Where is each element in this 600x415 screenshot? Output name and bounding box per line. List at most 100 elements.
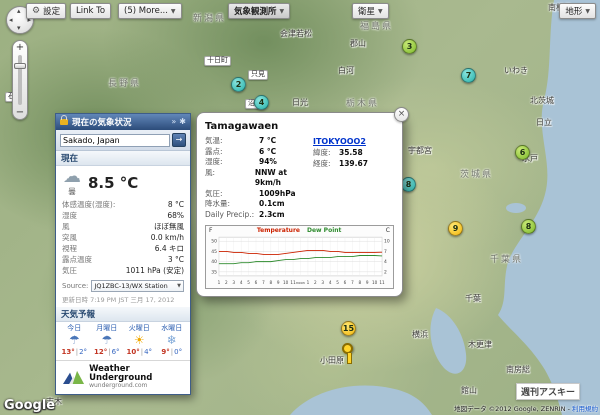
more-button[interactable]: (5) More... ▼ xyxy=(118,3,182,19)
layer-satellite-button[interactable]: 衛星 ▼ xyxy=(352,3,389,19)
lock-icon[interactable] xyxy=(60,115,68,125)
brand-footer[interactable]: Weather Underground wunderground.com xyxy=(56,361,190,394)
svg-text:1: 1 xyxy=(218,280,221,285)
updated-timestamp: 更新日時 7:19 PM JST 三月 17, 2012 xyxy=(62,296,175,304)
stat-label: 降水量: xyxy=(205,199,231,208)
condition-row: 視程 6.4 キロ xyxy=(62,243,184,254)
svg-text:2: 2 xyxy=(314,280,317,285)
stat-value: 0.1cm xyxy=(259,199,285,208)
condition-label: 風 xyxy=(62,222,70,231)
stat-label: Daily Precip.: xyxy=(205,209,255,219)
svg-text:2: 2 xyxy=(225,280,228,285)
forecast-day-column[interactable]: 今日 ☂ 13° 2° xyxy=(58,324,91,357)
svg-text:3: 3 xyxy=(321,280,324,285)
source-row: Source: JQ1ZBC-13/WX Station ▼ xyxy=(56,278,190,293)
source-select[interactable]: JQ1ZBC-13/WX Station ▼ xyxy=(91,280,184,292)
condition-value: 68% xyxy=(167,211,184,220)
condition-label: 露点温度 xyxy=(62,255,92,264)
legend-entry: Dew Point xyxy=(307,227,342,234)
stat-value: 7 °C xyxy=(259,136,277,145)
location-search-row: → xyxy=(56,130,190,151)
panel-collapse-icon[interactable]: » xyxy=(171,118,176,126)
marker-count-label: 8 xyxy=(525,222,532,231)
current-conditions-panel: 現在の気象状況 » ✱ → 現在 ☁ 曇 8.5 °C 体感温度(湿度): 8 … xyxy=(55,113,191,395)
chart-plot-area: 1 2 3 4 5 6 7 8 9 10 11 noon 1 2 3 4 5 6 7 8 9 10 1150 1045 740 4… xyxy=(211,236,390,285)
svg-text:50: 50 xyxy=(211,239,217,245)
forecast-day-column[interactable]: 水曜日 ❄ 9° 0° xyxy=(156,324,189,357)
svg-text:10: 10 xyxy=(372,280,378,285)
svg-text:8: 8 xyxy=(270,280,273,285)
station-cluster-marker[interactable]: 8 xyxy=(521,219,536,234)
terms-link[interactable]: 利用規約 xyxy=(572,405,598,413)
close-icon[interactable]: × xyxy=(394,107,409,122)
station-cluster-marker[interactable]: 15 xyxy=(341,321,356,336)
zoom-in-button[interactable]: + xyxy=(13,41,27,54)
station-cluster-marker[interactable]: 9 xyxy=(448,221,463,236)
forecast-low: 6° xyxy=(111,348,120,356)
pan-left-icon[interactable]: ◂ xyxy=(9,17,13,24)
link-to-label: Link To xyxy=(76,6,106,16)
layer-stations-button[interactable]: 気象観測所 ▼ xyxy=(228,3,291,19)
map-zoom-control[interactable]: + − xyxy=(12,40,28,120)
condition-text: 曇 xyxy=(68,187,76,196)
location-search-input[interactable] xyxy=(60,133,170,147)
condition-row: 突風 0.0 km/h xyxy=(62,232,184,243)
legend-entry: Temperature xyxy=(256,227,300,234)
station-id-link[interactable]: ITOKYOOO2 xyxy=(313,136,366,148)
condition-value: 3 °C xyxy=(167,255,184,264)
zoom-slider-handle[interactable] xyxy=(14,63,26,69)
station-stats: 気温: 7 °C 露点: 6 °C 湿度: 94% 風: NNW at 9km/… xyxy=(205,136,311,220)
svg-text:4: 4 xyxy=(384,259,387,265)
forecast-temps: 12°6° xyxy=(91,348,124,357)
stat-row: 気圧: 1009hPa xyxy=(205,189,311,200)
panel-options-icon[interactable]: ✱ xyxy=(179,118,186,126)
stat-label: 風: xyxy=(205,167,216,177)
stat-value: 94% xyxy=(259,157,277,166)
station-cluster-marker[interactable]: 2 xyxy=(231,77,246,92)
settings-button[interactable]: ⚙ 設定 xyxy=(26,3,67,19)
stat-value: 1009hPa xyxy=(259,188,296,198)
svg-text:3: 3 xyxy=(232,280,235,285)
station-cluster-marker[interactable]: 8 xyxy=(401,177,416,192)
condition-value: 8 °C xyxy=(167,200,184,209)
zoom-out-button[interactable]: − xyxy=(13,106,27,119)
forecast-strip: 今日 ☂ 13° 2° 月曜日 ☂ 12°6° 火曜日 ☀ xyxy=(56,322,190,361)
pan-up-icon[interactable]: ▴ xyxy=(17,8,21,15)
settings-label: 設定 xyxy=(43,7,61,17)
forecast-low: 2° xyxy=(79,348,88,356)
pan-down-icon[interactable]: ▾ xyxy=(17,25,21,32)
svg-text:8: 8 xyxy=(358,280,361,285)
coord-label: 緯度: xyxy=(313,148,331,157)
zoom-slider-track[interactable] xyxy=(14,55,26,105)
station-cluster-marker[interactable]: 6 xyxy=(515,145,530,160)
station-cluster-marker[interactable]: 4 xyxy=(254,95,269,110)
stat-value: 6 °C xyxy=(259,146,277,156)
stat-row: 気温: 7 °C xyxy=(205,136,311,147)
chevron-down-icon: ▼ xyxy=(177,283,181,289)
forecast-day-column[interactable]: 月曜日 ☂ 12°6° xyxy=(91,324,124,357)
conditions-table: 体感温度(湿度): 8 °C 湿度 68% 風 ほぼ無風 突風 0.0 km/h xyxy=(56,198,190,278)
forecast-day-column[interactable]: 火曜日 ☀ 10° 4° xyxy=(123,324,156,357)
map-type-terrain-button[interactable]: 地形 ▼ xyxy=(559,3,596,19)
link-to-button[interactable]: Link To xyxy=(70,3,112,19)
map-copyright: 地図データ ©2012 Google, ZENRIN - 利用規約 xyxy=(454,403,598,413)
forecast-temps: 10° 4° xyxy=(123,348,156,357)
station-cluster-marker[interactable]: 7 xyxy=(461,68,476,83)
svg-text:9: 9 xyxy=(366,280,369,285)
condition-row: 湿度 68% xyxy=(62,210,184,221)
stat-label: 湿度: xyxy=(205,157,223,166)
svg-text:6: 6 xyxy=(344,280,347,285)
svg-text:noon: noon xyxy=(296,281,305,285)
weather-underground-logo-icon xyxy=(63,370,85,385)
forecast-temps: 9° 0° xyxy=(156,348,189,357)
selected-station-key-marker[interactable] xyxy=(342,343,353,364)
map-canvas[interactable]: 南相馬福島県郡山会津若松白河いわき北茨城日立水戸茨城県栃木県宇都宮日光新潟県長野… xyxy=(0,0,600,415)
panel-header[interactable]: 現在の気象状況 » ✱ xyxy=(56,114,190,130)
station-cluster-marker[interactable]: 3 xyxy=(402,39,417,54)
svg-text:10: 10 xyxy=(283,280,289,285)
stat-value: 2.3cm xyxy=(259,209,285,219)
marker-count-label: 7 xyxy=(465,71,472,80)
search-go-button[interactable]: → xyxy=(172,133,186,147)
svg-text:7: 7 xyxy=(262,280,265,285)
svg-text:40: 40 xyxy=(211,259,217,265)
